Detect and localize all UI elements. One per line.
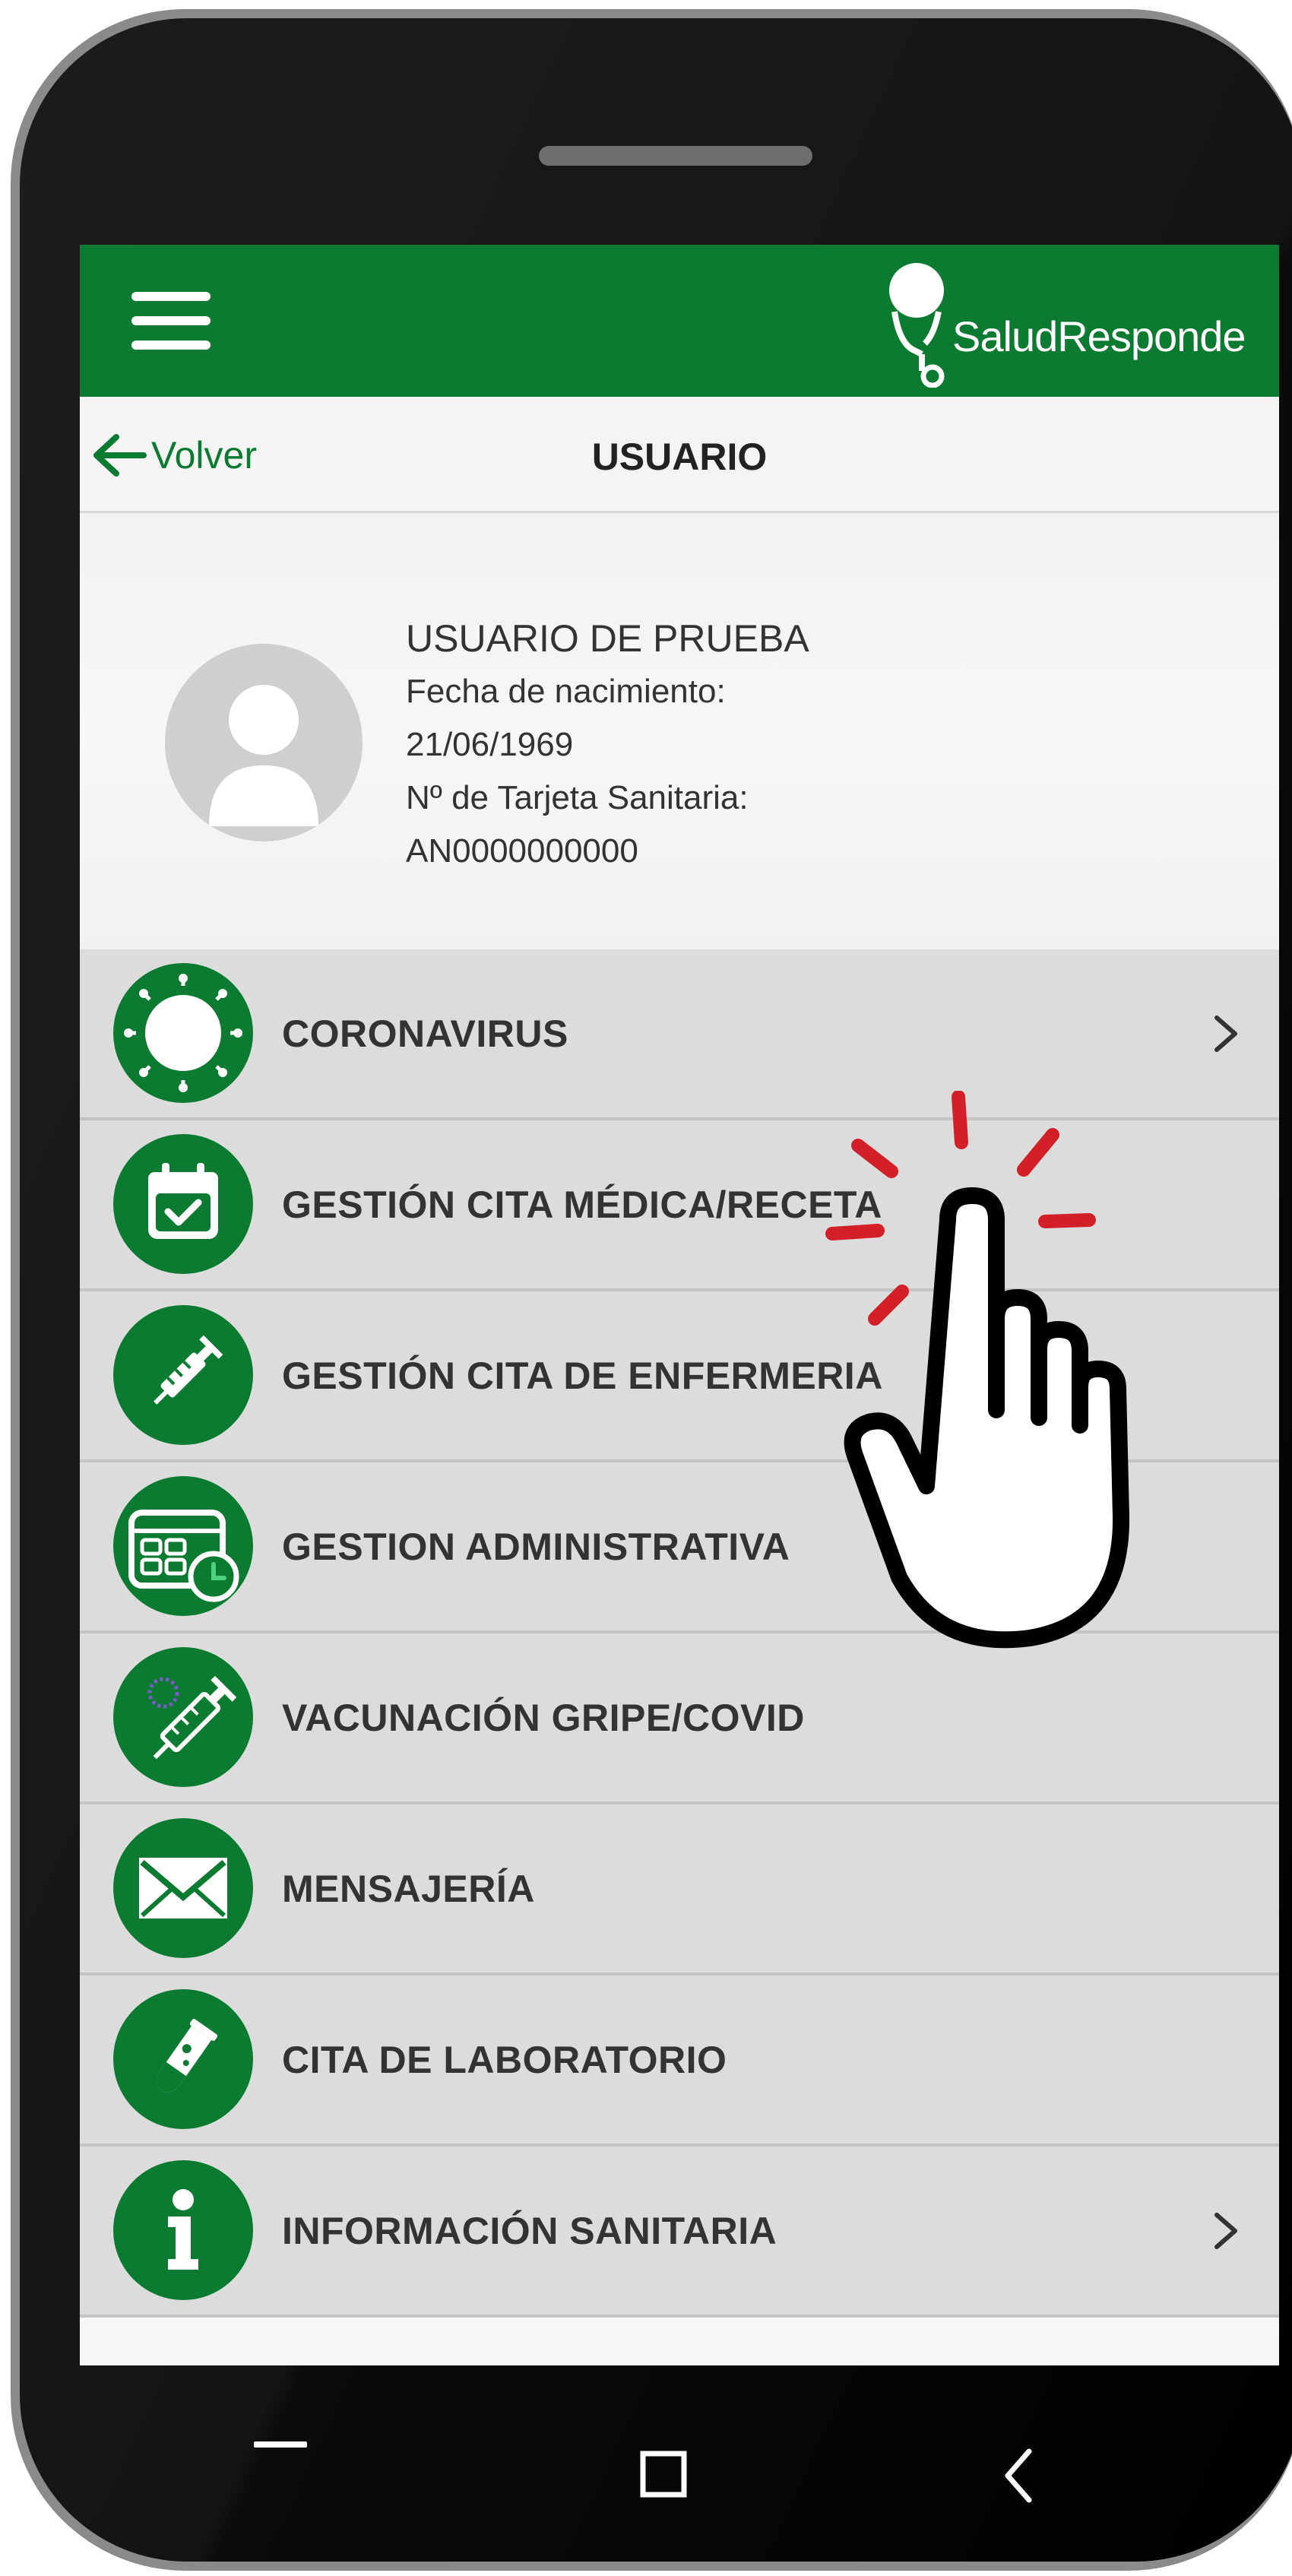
menu-item-label: CORONAVIRUS (282, 1012, 568, 1055)
logo-text: SaludResponde (952, 312, 1246, 360)
square-icon (640, 2451, 687, 2498)
virus-icon (113, 963, 253, 1103)
info-icon (113, 2160, 253, 2300)
calendar-check-icon (113, 1134, 253, 1274)
phone-bezel: SaludResponde Volver USUARIO USUARIO DE … (20, 18, 1292, 2562)
menu-item-label: MENSAJERÍA (282, 1867, 535, 1910)
chevron-right-icon (1214, 2213, 1237, 2249)
health-card-label: Nº de Tarjeta Sanitaria: (406, 779, 749, 816)
main-menu: CORONAVIRUS GESTIÓN CITA MÉDICA/RECETA G… (80, 949, 1279, 2318)
menu-item-label: GESTIÓN CITA MÉDICA/RECETA (282, 1183, 882, 1226)
user-name: USUARIO DE PRUEBA (406, 617, 809, 660)
nav-recents-button[interactable] (254, 2439, 307, 2448)
menu-item-mensajeria[interactable]: MENSAJERÍA (80, 1804, 1279, 1976)
menu-item-label: GESTION ADMINISTRATIVA (282, 1525, 790, 1568)
menu-item-label: GESTIÓN CITA DE ENFERMERIA (282, 1354, 883, 1397)
chevron-right-icon (1214, 1016, 1237, 1052)
envelope-icon (113, 1818, 253, 1958)
chevron-left-icon (1005, 2448, 1032, 2503)
phone-frame: SaludResponde Volver USUARIO USUARIO DE … (11, 9, 1292, 2571)
menu-item-label: CITA DE LABORATORIO (282, 2038, 727, 2081)
page-title: USUARIO (591, 436, 768, 478)
birth-date-label: Fecha de nacimiento: (406, 673, 726, 710)
title-bar: Volver USUARIO (80, 397, 1279, 513)
menu-item-label: INFORMACIÓN SANITARIA (282, 2209, 777, 2252)
user-silhouette-icon (209, 685, 318, 826)
menu-item-laboratorio[interactable]: CITA DE LABORATORIO (80, 1976, 1279, 2147)
health-card-number: AN0000000000 (406, 832, 638, 870)
user-card: USUARIO DE PRUEBA Fecha de nacimiento: 2… (80, 513, 1279, 949)
hamburger-icon[interactable] (131, 292, 211, 350)
menu-item-cita-medica[interactable]: GESTIÓN CITA MÉDICA/RECETA (80, 1120, 1279, 1291)
menu-item-informacion-sanitaria[interactable]: INFORMACIÓN SANITARIA (80, 2147, 1279, 2318)
menu-item-coronavirus[interactable]: CORONAVIRUS (80, 949, 1279, 1120)
menu-item-vacunacion[interactable]: VACUNACIÓN GRIPE/COVID (80, 1633, 1279, 1804)
vaccine-icon (113, 1647, 253, 1787)
calendar-clock-icon (113, 1476, 253, 1616)
nav-home-button[interactable] (640, 2451, 687, 2498)
menu-item-cita-enfermeria[interactable]: GESTIÓN CITA DE ENFERMERIA (80, 1291, 1279, 1462)
user-info: USUARIO DE PRUEBA Fecha de nacimiento: 2… (406, 612, 809, 878)
app-header: SaludResponde (80, 245, 1279, 397)
nav-back-button[interactable] (1000, 2447, 1038, 2505)
app-screen: SaludResponde Volver USUARIO USUARIO DE … (80, 245, 1279, 2365)
birth-date-value: 21/06/1969 (406, 726, 574, 763)
minus-icon (254, 2441, 307, 2448)
phone-speaker (539, 146, 812, 166)
test-tube-icon (113, 1989, 253, 2129)
menu-item-label: VACUNACIÓN GRIPE/COVID (282, 1696, 805, 1739)
menu-item-gestion-administrativa[interactable]: GESTION ADMINISTRATIVA (80, 1462, 1279, 1633)
syringe-icon (113, 1305, 253, 1445)
avatar (165, 644, 363, 841)
saludresponde-logo: SaludResponde (884, 258, 1264, 388)
